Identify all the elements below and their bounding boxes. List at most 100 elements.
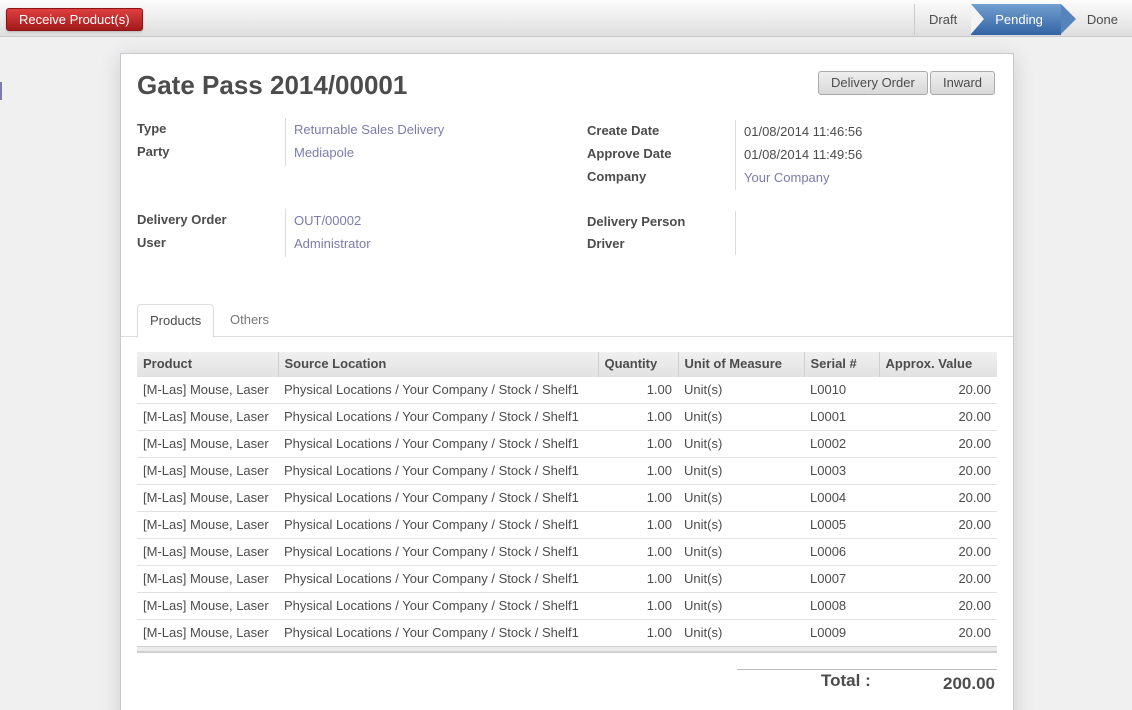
- approx-value-cell: 20.00: [879, 537, 997, 565]
- delivery-order-value[interactable]: OUT/00002: [294, 213, 361, 228]
- col-source-location-header[interactable]: Source Location: [277, 352, 598, 376]
- source-location-cell: Physical Locations / Your Company / Stoc…: [278, 510, 598, 538]
- source-location-cell: Physical Locations / Your Company / Stoc…: [278, 375, 598, 403]
- uom-cell: Unit(s): [678, 510, 804, 538]
- uom-cell: Unit(s): [678, 537, 804, 565]
- source-location-cell: Physical Locations / Your Company / Stoc…: [278, 483, 598, 511]
- quantity-cell: 1.00: [598, 591, 678, 619]
- table-footer: [137, 645, 997, 653]
- type-label: Type: [137, 121, 167, 136]
- serial-cell: L0006: [804, 537, 879, 565]
- quantity-cell: 1.00: [598, 402, 678, 430]
- table-row[interactable]: [M-Las] Mouse, Laser Physical Locations /…: [137, 429, 997, 457]
- field-divider: [285, 209, 286, 257]
- serial-cell: L0001: [804, 402, 879, 430]
- col-uom-header[interactable]: Unit of Measure: [677, 352, 804, 376]
- party-label: Party: [137, 144, 170, 159]
- total-label: Total :: [821, 671, 871, 690]
- approve-date-label: Approve Date: [587, 146, 672, 161]
- approx-value-cell: 20.00: [879, 591, 997, 619]
- driver-label: Driver: [587, 236, 625, 251]
- tab-others[interactable]: Others: [218, 304, 281, 338]
- quantity-cell: 1.00: [598, 456, 678, 484]
- table-row[interactable]: [M-Las] Mouse, Laser Physical Locations /…: [137, 564, 997, 592]
- delivery-order-button[interactable]: Delivery Order: [818, 71, 928, 95]
- serial-cell: L0002: [804, 429, 879, 457]
- table-row[interactable]: [M-Las] Mouse, Laser Physical Locations /…: [137, 402, 997, 430]
- total-value: 200.00: [943, 674, 995, 693]
- source-location-cell: Physical Locations / Your Company / Stoc…: [278, 456, 598, 484]
- company-value[interactable]: Your Company: [744, 170, 830, 185]
- field-divider: [735, 120, 736, 190]
- party-value[interactable]: Mediapole: [294, 145, 354, 160]
- approx-value-cell: 20.00: [879, 510, 997, 538]
- field-divider: [285, 118, 286, 166]
- table-row[interactable]: [M-Las] Mouse, Laser Physical Locations /…: [137, 618, 997, 646]
- receive-products-button[interactable]: Receive Product(s): [6, 8, 143, 31]
- source-location-cell: Physical Locations / Your Company / Stoc…: [278, 564, 598, 592]
- serial-cell: L0008: [804, 591, 879, 619]
- uom-cell: Unit(s): [678, 375, 804, 403]
- stage-pending[interactable]: Pending: [971, 4, 1076, 35]
- page-title: Gate Pass 2014/00001: [137, 70, 407, 101]
- source-location-cell: Physical Locations / Your Company / Stoc…: [278, 537, 598, 565]
- delivery-person-label: Delivery Person: [587, 214, 686, 229]
- col-quantity-header[interactable]: Quantity: [597, 352, 678, 376]
- source-location-cell: Physical Locations / Your Company / Stoc…: [278, 618, 598, 646]
- delivery-order-label: Delivery Order: [137, 212, 227, 227]
- serial-cell: L0004: [804, 483, 879, 511]
- quantity-cell: 1.00: [598, 564, 678, 592]
- table-row[interactable]: [M-Las] Mouse, Laser Physical Locations /…: [137, 591, 997, 619]
- uom-cell: Unit(s): [678, 564, 804, 592]
- serial-cell: L0010: [804, 375, 879, 403]
- quantity-cell: 1.00: [598, 483, 678, 511]
- uom-cell: Unit(s): [678, 591, 804, 619]
- product-cell: [M-Las] Mouse, Laser: [137, 564, 278, 592]
- type-value[interactable]: Returnable Sales Delivery: [294, 122, 444, 137]
- statusbar: Receive Product(s) Draft Pending Done: [0, 0, 1132, 37]
- serial-cell: L0005: [804, 510, 879, 538]
- serial-cell: L0003: [804, 456, 879, 484]
- quantity-cell: 1.00: [598, 510, 678, 538]
- products-table: Product Source Location Quantity Unit of…: [137, 352, 997, 653]
- tab-products[interactable]: Products: [137, 304, 215, 338]
- uom-cell: Unit(s): [678, 618, 804, 646]
- side-marker: [0, 82, 2, 100]
- table-row[interactable]: [M-Las] Mouse, Laser Physical Locations /…: [137, 456, 997, 484]
- table-row[interactable]: [M-Las] Mouse, Laser Physical Locations /…: [137, 483, 997, 511]
- product-cell: [M-Las] Mouse, Laser: [137, 618, 278, 646]
- notebook-tabs: Products Others: [121, 304, 1013, 338]
- table-header-row: Product Source Location Quantity Unit of…: [137, 352, 997, 376]
- create-date-label: Create Date: [587, 123, 660, 138]
- approx-value-cell: 20.00: [879, 483, 997, 511]
- table-row[interactable]: [M-Las] Mouse, Laser Physical Locations /…: [137, 537, 997, 565]
- col-product-header[interactable]: Product: [137, 352, 278, 376]
- product-cell: [M-Las] Mouse, Laser: [137, 510, 278, 538]
- col-approx-value-header[interactable]: Approx. Value: [878, 352, 997, 376]
- table-row[interactable]: [M-Las] Mouse, Laser Physical Locations /…: [137, 510, 997, 538]
- title-prefix: Gate Pass: [137, 70, 263, 100]
- uom-cell: Unit(s): [678, 429, 804, 457]
- quantity-cell: 1.00: [598, 618, 678, 646]
- stage-draft[interactable]: Draft: [915, 4, 971, 35]
- user-value[interactable]: Administrator: [294, 236, 371, 251]
- approx-value-cell: 20.00: [879, 429, 997, 457]
- product-cell: [M-Las] Mouse, Laser: [137, 456, 278, 484]
- quantity-cell: 1.00: [598, 429, 678, 457]
- company-label: Company: [587, 169, 647, 184]
- inward-button[interactable]: Inward: [930, 71, 996, 95]
- uom-cell: Unit(s): [678, 483, 804, 511]
- total-divider: [737, 669, 997, 670]
- product-cell: [M-Las] Mouse, Laser: [137, 537, 278, 565]
- quantity-cell: 1.00: [598, 375, 678, 403]
- source-location-cell: Physical Locations / Your Company / Stoc…: [278, 402, 598, 430]
- approx-value-cell: 20.00: [879, 402, 997, 430]
- approve-date-value: 01/08/2014 11:49:56: [744, 147, 863, 162]
- serial-cell: L0007: [804, 564, 879, 592]
- product-cell: [M-Las] Mouse, Laser: [137, 375, 278, 403]
- col-serial-header[interactable]: Serial #: [803, 352, 879, 376]
- source-location-cell: Physical Locations / Your Company / Stoc…: [278, 429, 598, 457]
- approx-value-cell: 20.00: [879, 456, 997, 484]
- form-sheet: Gate Pass 2014/00001 Delivery Order Inwa…: [120, 53, 1014, 710]
- table-row[interactable]: [M-Las] Mouse, Laser Physical Locations /…: [137, 375, 997, 403]
